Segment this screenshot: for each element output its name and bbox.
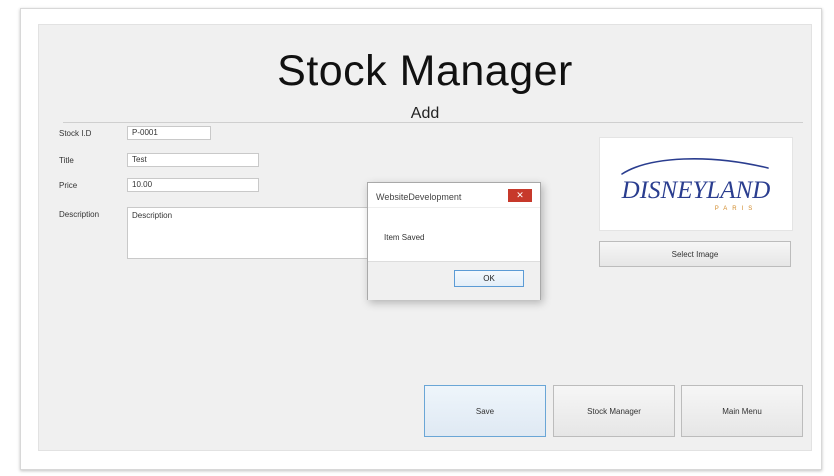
dialog-title: WebsiteDevelopment bbox=[376, 192, 462, 202]
app-window: Stock Manager Add Stock I.D P-0001 Title… bbox=[20, 8, 822, 470]
description-label: Description bbox=[59, 210, 100, 219]
stock-manager-button[interactable]: Stock Manager bbox=[553, 385, 675, 437]
dialog-titlebar: WebsiteDevelopment ✕ bbox=[368, 183, 540, 207]
logo-subtext: PARIS bbox=[715, 206, 758, 212]
price-field[interactable]: 10.00 bbox=[127, 178, 259, 192]
save-button[interactable]: Save bbox=[424, 385, 546, 437]
page-title: Stock Manager bbox=[277, 47, 573, 95]
stock-id-field[interactable]: P-0001 bbox=[127, 126, 211, 140]
message-dialog: WebsiteDevelopment ✕ Item Saved OK bbox=[367, 182, 541, 300]
image-preview: DISNEYLAND PARIS bbox=[599, 137, 793, 231]
logo-text: DISNEYLAND bbox=[621, 177, 771, 204]
main-menu-button[interactable]: Main Menu bbox=[681, 385, 803, 437]
dialog-footer: OK bbox=[368, 261, 540, 300]
page-subtitle: Add bbox=[410, 105, 440, 122]
close-icon[interactable]: ✕ bbox=[508, 189, 532, 202]
disneyland-logo: DISNEYLAND PARIS bbox=[621, 158, 771, 212]
ok-button[interactable]: OK bbox=[454, 270, 524, 287]
select-image-button[interactable]: Select Image bbox=[599, 241, 791, 267]
title-label: Title bbox=[59, 156, 74, 165]
stock-id-label: Stock I.D bbox=[59, 129, 92, 138]
dialog-body: Item Saved bbox=[368, 207, 540, 262]
header-divider bbox=[63, 122, 803, 123]
price-label: Price bbox=[59, 181, 78, 190]
dialog-message: Item Saved bbox=[384, 233, 425, 242]
title-field[interactable]: Test bbox=[127, 153, 259, 167]
